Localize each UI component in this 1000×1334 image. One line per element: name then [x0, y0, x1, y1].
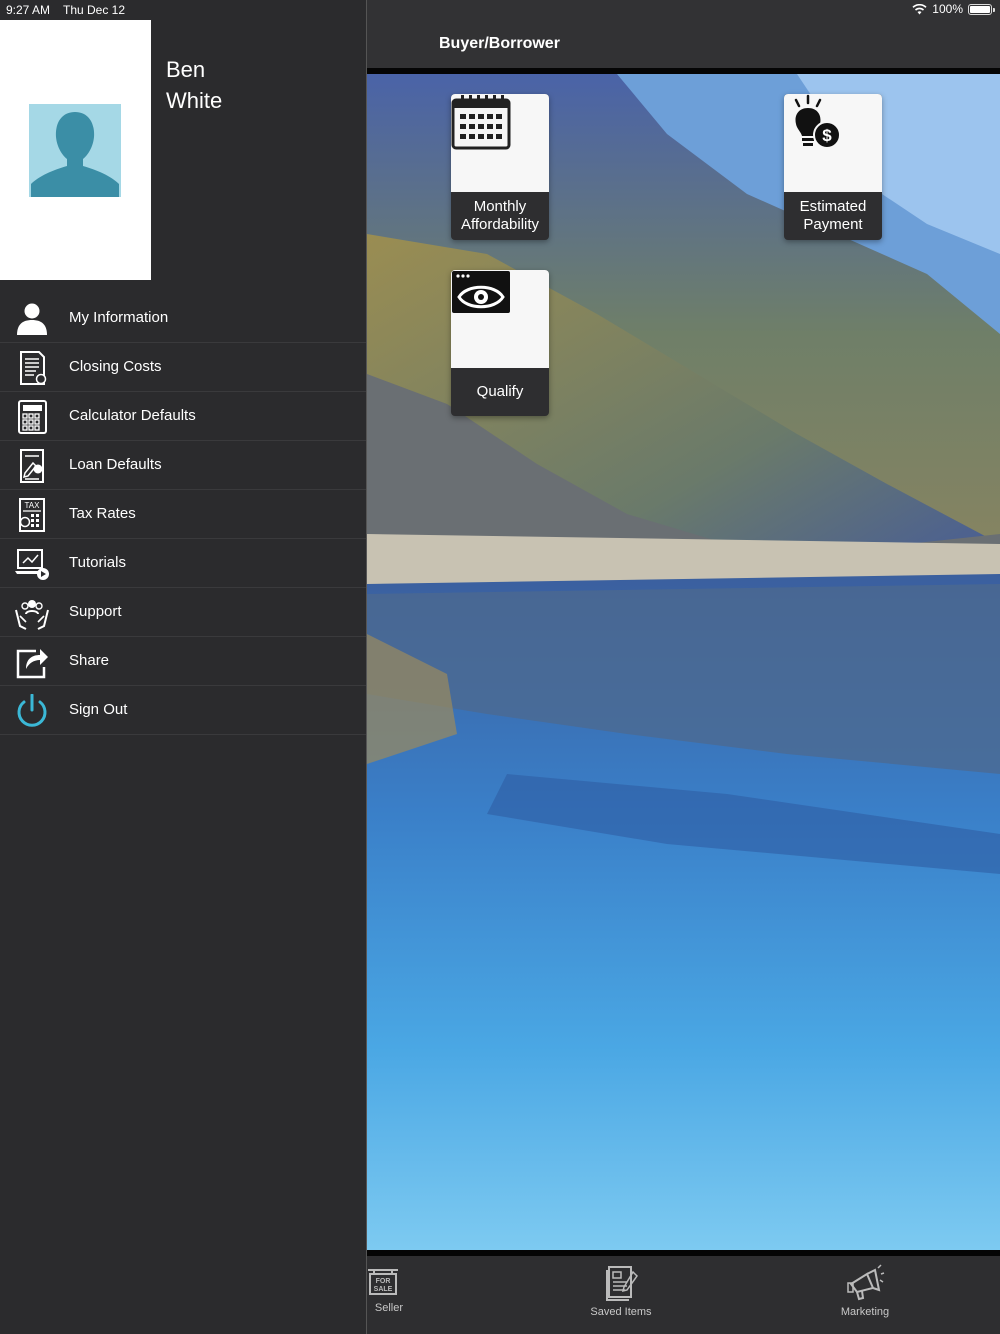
lightbulb-dollar-icon: $	[794, 94, 841, 149]
tab-label: Seller	[374, 1302, 403, 1314]
menu-item-sign-out[interactable]: Sign Out	[0, 686, 366, 735]
status-date: Thu Dec 12	[63, 3, 126, 17]
side-drawer: Ben White My Information Closing Costs C…	[0, 0, 367, 1334]
menu-item-tutorials[interactable]: Tutorials	[0, 539, 366, 588]
support-icon	[15, 600, 49, 630]
menu-label: Closing Costs	[69, 358, 162, 375]
user-first-name: Ben	[166, 57, 206, 82]
background-image: Monthly Affordability $ Estimated Paymen…	[367, 74, 1000, 1250]
tab-seller[interactable]: FOR SALE Seller	[363, 1264, 403, 1314]
menu-item-my-information[interactable]: My Information	[0, 294, 366, 343]
menu-label: Share	[69, 652, 110, 669]
status-time: 9:27 AM	[6, 3, 51, 17]
saved-items-icon	[606, 1266, 638, 1301]
share-icon	[16, 649, 48, 679]
drawer-menu: My Information Closing Costs Calculator …	[0, 294, 366, 735]
menu-item-loan-defaults[interactable]: Loan Defaults	[0, 441, 366, 490]
tab-label: Saved Items	[590, 1306, 652, 1318]
svg-text:SALE: SALE	[374, 1286, 393, 1293]
landscape-illustration	[367, 74, 1000, 1250]
battery-percent: 100%	[932, 2, 963, 16]
menu-label: Tax Rates	[69, 505, 136, 522]
tile-qualify[interactable]: Qualify	[451, 270, 549, 416]
tile-label: Estimated Payment	[799, 198, 867, 233]
megaphone-icon	[847, 1264, 885, 1301]
document-icon	[20, 351, 47, 385]
tab-bar: FOR SALE Seller Saved Items Marketing	[367, 1256, 1000, 1334]
tab-label: Marketing	[840, 1306, 890, 1318]
page-title: Buyer/Borrower	[439, 35, 560, 52]
profile-card[interactable]	[0, 20, 151, 280]
menu-label: Calculator Defaults	[69, 407, 196, 424]
svg-text:FOR: FOR	[376, 1278, 391, 1285]
wifi-icon	[912, 3, 927, 14]
avatar[interactable]	[29, 104, 121, 197]
for-sale-sign-icon: FOR SALE	[368, 1269, 398, 1295]
battery-icon	[968, 3, 995, 15]
menu-label: Support	[69, 603, 122, 620]
menu-label: Tutorials	[69, 554, 126, 571]
menu-item-share[interactable]: Share	[0, 637, 366, 686]
tab-marketing[interactable]: Marketing	[825, 1264, 905, 1318]
menu-item-closing-costs[interactable]: Closing Costs	[0, 343, 366, 392]
svg-text:TAX: TAX	[25, 501, 41, 510]
menu-item-tax-rates[interactable]: TAX Tax Rates	[0, 490, 366, 539]
menu-label: Sign Out	[69, 701, 128, 718]
user-silhouette-icon	[31, 112, 119, 197]
tab-saved-items[interactable]: Saved Items	[581, 1264, 661, 1318]
menu-item-support[interactable]: Support	[0, 588, 366, 637]
power-icon	[17, 694, 47, 727]
menu-item-calculator-defaults[interactable]: Calculator Defaults	[0, 392, 366, 441]
status-bar: 9:27 AM Thu Dec 12 100%	[0, 0, 1000, 20]
user-last-name: White	[166, 88, 223, 113]
user-icon	[17, 303, 47, 335]
svg-text:$: $	[822, 126, 832, 145]
calculator-icon	[18, 400, 47, 434]
menu-label: Loan Defaults	[69, 456, 162, 473]
eye-icon	[452, 271, 510, 313]
tile-label: Qualify	[476, 383, 524, 400]
video-tutorial-icon	[15, 549, 49, 580]
calendar-icon	[451, 95, 511, 150]
loan-document-icon	[20, 449, 44, 483]
main-content: Buyer/Borrower Monthly Affordability $ E…	[367, 0, 1000, 1334]
tile-estimated-payment[interactable]: $ Estimated Payment	[784, 94, 882, 240]
tax-icon: TAX	[19, 498, 45, 532]
status-indicators: 100%	[912, 2, 995, 16]
menu-label: My Information	[69, 309, 169, 326]
tile-monthly-affordability[interactable]: Monthly Affordability	[451, 94, 549, 240]
tile-label: Monthly Affordability	[460, 198, 540, 233]
